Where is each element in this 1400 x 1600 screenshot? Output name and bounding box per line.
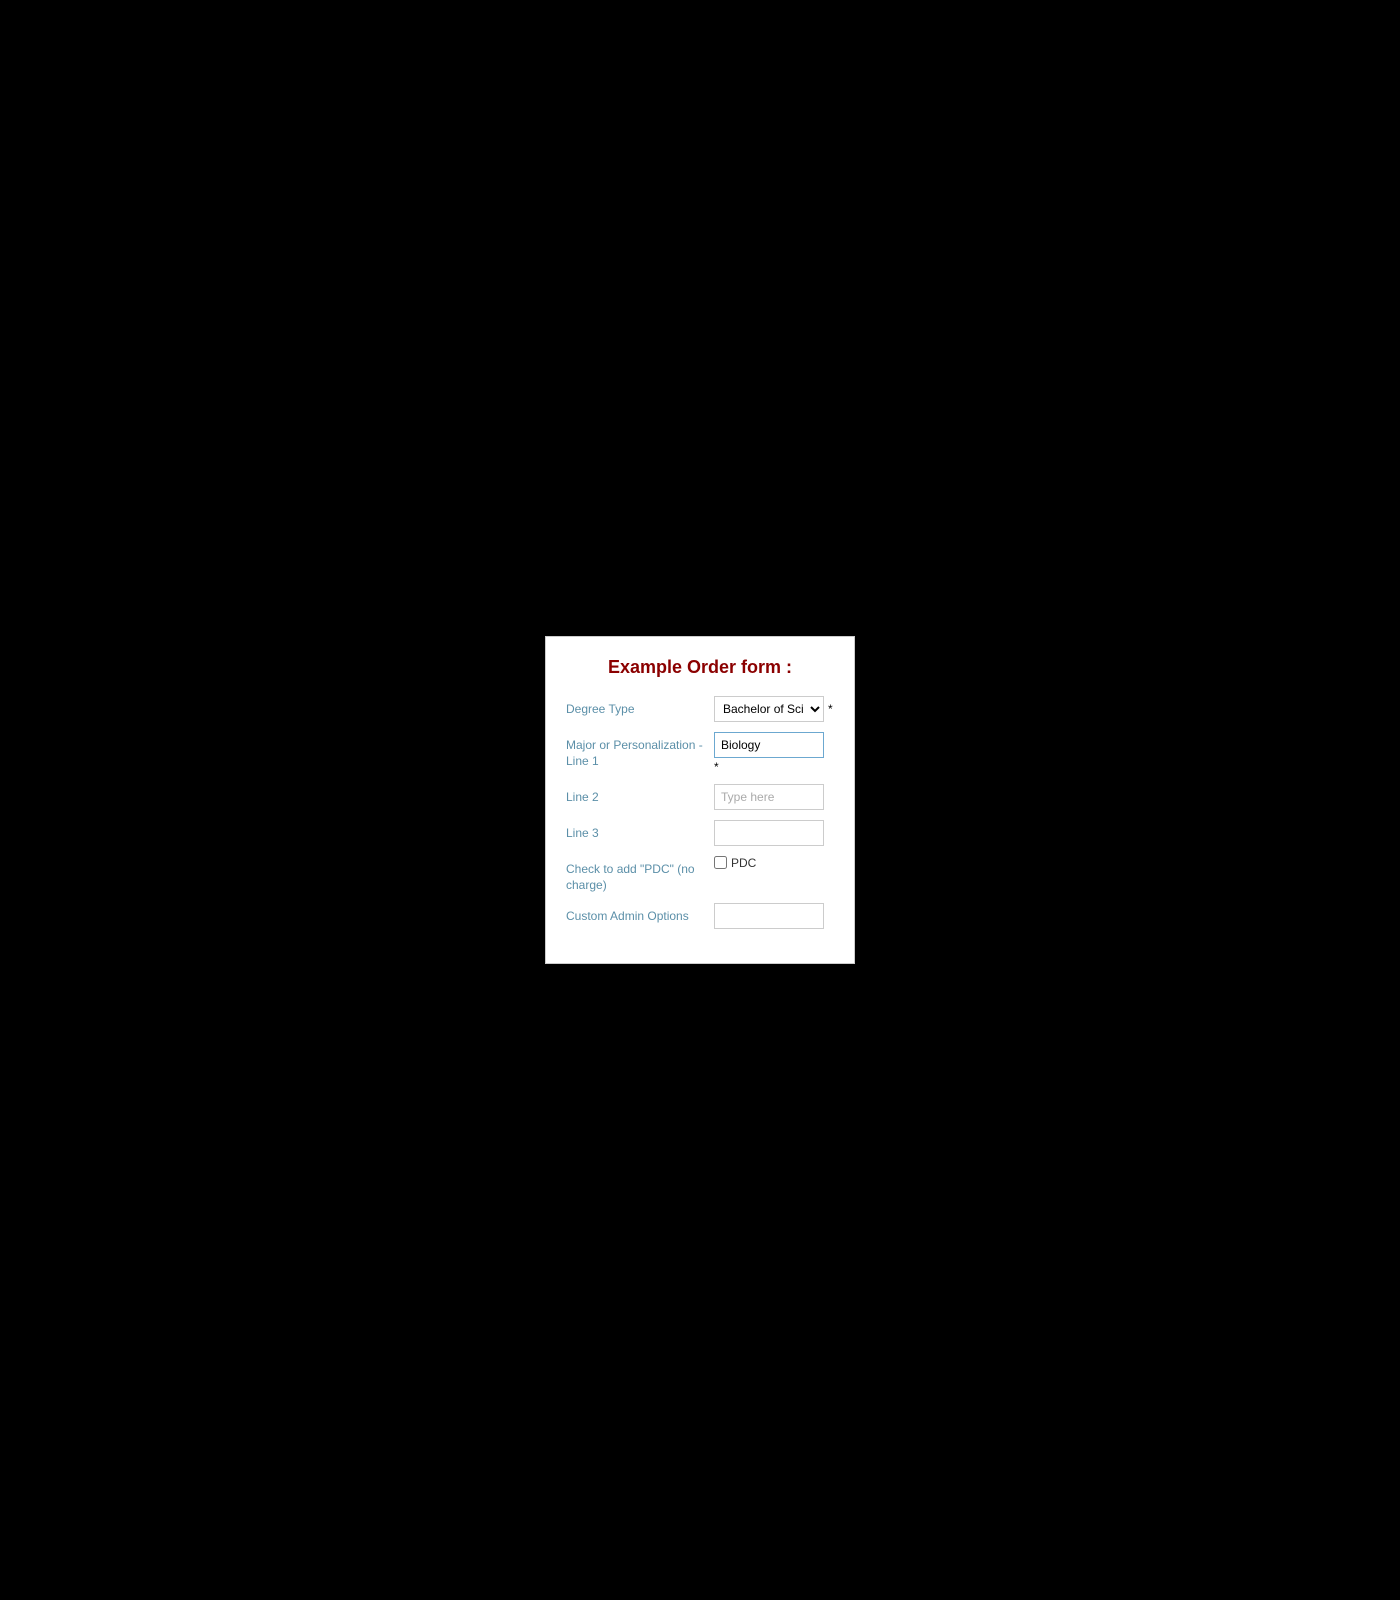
line3-row: Line 3 <box>566 820 834 846</box>
degree-type-label: Degree Type <box>566 696 714 718</box>
line3-label: Line 3 <box>566 820 714 842</box>
degree-type-row: Degree Type Bachelor of Science Master o… <box>566 696 834 722</box>
pdc-label: Check to add "PDC" (no charge) <box>566 856 714 893</box>
degree-type-select[interactable]: Bachelor of Science Master of Science Do… <box>714 696 824 722</box>
custom-admin-label: Custom Admin Options <box>566 903 714 925</box>
custom-admin-control <box>714 903 834 929</box>
major-line1-label: Major or Personalization - Line 1 <box>566 732 714 769</box>
major-line1-control: * <box>714 732 834 774</box>
line2-row: Line 2 <box>566 784 834 810</box>
line3-input[interactable] <box>714 820 824 846</box>
pdc-checkbox-text: PDC <box>731 856 756 870</box>
degree-type-control: Bachelor of Science Master of Science Do… <box>714 696 834 722</box>
pdc-checkbox-label[interactable]: PDC <box>714 856 834 870</box>
form-title: Example Order form : <box>566 657 834 678</box>
pdc-checkbox[interactable] <box>714 856 727 869</box>
custom-admin-row: Custom Admin Options <box>566 903 834 929</box>
major-line1-row: Major or Personalization - Line 1 * <box>566 732 834 774</box>
line2-control <box>714 784 834 810</box>
custom-admin-input[interactable] <box>714 903 824 929</box>
line2-label: Line 2 <box>566 784 714 806</box>
major-line1-input[interactable] <box>714 732 824 758</box>
line3-control <box>714 820 834 846</box>
pdc-control: PDC <box>714 856 834 870</box>
pdc-row: Check to add "PDC" (no charge) PDC <box>566 856 834 893</box>
order-form: Example Order form : Degree Type Bachelo… <box>545 636 855 964</box>
major-required-star: * <box>714 760 834 774</box>
degree-required-star: * <box>828 696 833 716</box>
line2-input[interactable] <box>714 784 824 810</box>
